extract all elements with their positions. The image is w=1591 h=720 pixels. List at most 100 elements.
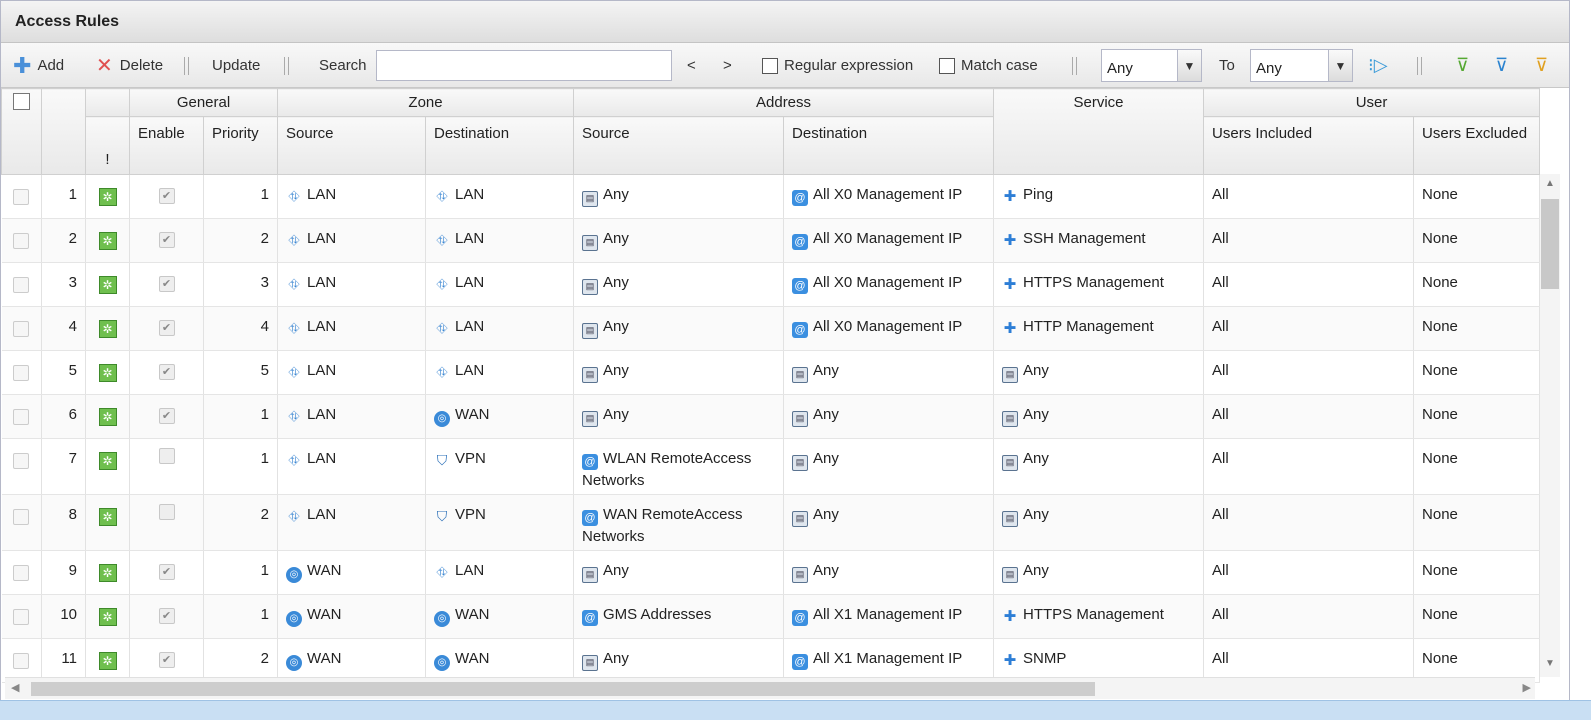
address-source-cell[interactable]: ▤ Any	[573, 262, 785, 307]
zone-source-cell[interactable]: ◎ WAN	[277, 638, 426, 683]
enable-cell[interactable]: ✔	[129, 218, 204, 263]
row-select-cell[interactable]	[1, 394, 42, 439]
enable-cell[interactable]: ✔	[129, 394, 204, 439]
zone-destination-cell[interactable]: ⛗ LAN	[425, 550, 575, 595]
zone-source-header[interactable]: Source	[277, 116, 426, 175]
address-destination-cell[interactable]: @ All X0 Management IP	[783, 306, 995, 351]
enable-cell[interactable]: ✔	[129, 262, 204, 307]
address-source-cell[interactable]: @ WAN RemoteAccess Networks	[573, 494, 785, 551]
zone-source-cell[interactable]: ⛗ LAN	[277, 218, 426, 263]
address-destination-header[interactable]: Destination	[783, 116, 995, 175]
enable-checkbox[interactable]	[158, 504, 175, 520]
enable-checkbox[interactable]: ✔	[158, 564, 175, 580]
address-destination-cell[interactable]: @ All X1 Management IP	[783, 594, 995, 639]
address-source-cell[interactable]: ▤ Any	[573, 394, 785, 439]
service-header[interactable]: Service	[993, 88, 1205, 175]
rule-status-icon[interactable]: ✲	[98, 276, 117, 294]
horizontal-scrollbar[interactable]: ◀ ▶	[5, 677, 1535, 699]
rule-status-icon[interactable]: ✲	[98, 452, 117, 470]
enable-cell[interactable]	[129, 494, 204, 551]
match-case-checkbox[interactable]: Match case	[939, 43, 1038, 88]
row-select-checkbox[interactable]	[13, 653, 30, 669]
scroll-left-icon[interactable]: ◀	[11, 681, 19, 694]
zone-source-cell[interactable]: ⛗ LAN	[277, 350, 426, 395]
horizontal-scroll-thumb[interactable]	[31, 682, 1095, 696]
zone-destination-cell[interactable]: ◎ WAN	[425, 594, 575, 639]
row-select-checkbox[interactable]	[13, 409, 30, 425]
row-select-cell[interactable]	[1, 638, 42, 683]
address-source-cell[interactable]: @ WLAN RemoteAccess Networks	[573, 438, 785, 495]
row-select-cell[interactable]	[1, 550, 42, 595]
add-button[interactable]: ✚ Add	[13, 43, 64, 88]
service-cell[interactable]: ▤ Any	[993, 394, 1205, 439]
zone-source-cell[interactable]: ⛗ LAN	[277, 262, 426, 307]
service-cell[interactable]: ✚ SNMP	[993, 638, 1205, 683]
zone-destination-cell[interactable]: ⛗ LAN	[425, 262, 575, 307]
scroll-up-icon[interactable]: ▲	[1540, 178, 1560, 189]
rule-status-icon[interactable]: ✲	[98, 232, 117, 250]
address-source-cell[interactable]: ▤ Any	[573, 638, 785, 683]
zone-source-cell[interactable]: ⛗ LAN	[277, 174, 426, 219]
address-destination-cell[interactable]: @ All X0 Management IP	[783, 218, 995, 263]
row-select-checkbox[interactable]	[13, 609, 30, 625]
address-destination-cell[interactable]: ▤ Any	[783, 350, 995, 395]
enable-cell[interactable]: ✔	[129, 306, 204, 351]
update-button[interactable]: Update	[212, 43, 260, 88]
row-select-checkbox[interactable]	[13, 277, 30, 293]
address-source-cell[interactable]: ▤ Any	[573, 350, 785, 395]
enable-cell[interactable]: ✔	[129, 350, 204, 395]
zone-source-cell[interactable]: ⛗ LAN	[277, 438, 426, 495]
apply-filter-icon[interactable]: ⁝▷	[1368, 43, 1388, 88]
zone-destination-cell[interactable]: ⛗ LAN	[425, 350, 575, 395]
enable-checkbox[interactable]	[158, 448, 175, 464]
service-cell[interactable]: ▤ Any	[993, 550, 1205, 595]
service-cell[interactable]: ✚ Ping	[993, 174, 1205, 219]
rule-status-icon[interactable]: ✲	[98, 408, 117, 426]
zone-destination-cell[interactable]: ⛗ LAN	[425, 218, 575, 263]
users-included-header[interactable]: Users Included	[1203, 116, 1415, 175]
enable-cell[interactable]: ✔	[129, 174, 204, 219]
chevron-down-icon[interactable]: ▼	[1328, 50, 1352, 81]
zone-source-cell[interactable]: ◎ WAN	[277, 594, 426, 639]
service-cell[interactable]: ✚ SSH Management	[993, 218, 1205, 263]
priority-header[interactable]: Priority	[203, 116, 278, 175]
regex-checkbox[interactable]: Regular expression	[762, 43, 913, 88]
table-row[interactable]: 6 ✲ ✔ 1 ⛗ LAN ◎ WAN ▤ Any ▤ Any ▤ Any All None	[1, 394, 1541, 439]
table-row[interactable]: 9 ✲ ✔ 1 ◎ WAN ⛗ LAN ▤ Any ▤ Any ▤ Any All None	[1, 550, 1541, 595]
rule-status-icon[interactable]: ✲	[98, 608, 117, 626]
row-select-checkbox[interactable]	[13, 189, 30, 205]
enable-checkbox[interactable]: ✔	[158, 364, 175, 380]
address-destination-cell[interactable]: ▤ Any	[783, 394, 995, 439]
rule-status-icon[interactable]: ✲	[98, 652, 117, 670]
enable-header[interactable]: Enable	[129, 116, 204, 175]
zone-source-cell[interactable]: ⛗ LAN	[277, 494, 426, 551]
enable-checkbox[interactable]: ✔	[158, 320, 175, 336]
match-case-checkbox-box[interactable]	[939, 57, 955, 74]
enable-checkbox[interactable]: ✔	[158, 276, 175, 292]
zone-destination-cell[interactable]: ◎ WAN	[425, 638, 575, 683]
address-destination-cell[interactable]: @ All X1 Management IP	[783, 638, 995, 683]
row-select-cell[interactable]	[1, 218, 42, 263]
table-row[interactable]: 8 ✲ 2 ⛗ LAN ⛉ VPN @ WAN RemoteAccess Networks ▤ An…	[1, 494, 1541, 551]
service-cell[interactable]: ✚ HTTPS Management	[993, 594, 1205, 639]
delete-button[interactable]: ✕ Delete	[96, 43, 163, 88]
zone-destination-cell[interactable]: ⛗ LAN	[425, 174, 575, 219]
row-select-cell[interactable]	[1, 494, 42, 551]
address-destination-cell[interactable]: ▤ Any	[783, 550, 995, 595]
scroll-down-icon[interactable]: ▼	[1540, 658, 1560, 669]
row-select-checkbox[interactable]	[13, 565, 30, 581]
address-destination-cell[interactable]: ▤ Any	[783, 494, 995, 551]
search-input[interactable]	[376, 50, 672, 81]
zone-source-cell[interactable]: ⛗ LAN	[277, 306, 426, 351]
row-select-cell[interactable]	[1, 306, 42, 351]
search-prev-button[interactable]: <	[687, 43, 696, 88]
service-cell[interactable]: ▤ Any	[993, 438, 1205, 495]
filter-yellow-icon[interactable]: ⊽	[1535, 43, 1548, 88]
row-select-cell[interactable]	[1, 438, 42, 495]
enable-checkbox[interactable]: ✔	[158, 188, 175, 204]
table-row[interactable]: 2 ✲ ✔ 2 ⛗ LAN ⛗ LAN ▤ Any @ All X0 Management IP ✚ SS…	[1, 218, 1541, 263]
scroll-right-icon[interactable]: ▶	[1523, 681, 1531, 694]
enable-cell[interactable]: ✔	[129, 638, 204, 683]
row-select-cell[interactable]	[1, 594, 42, 639]
users-excluded-header[interactable]: Users Excluded	[1413, 116, 1541, 175]
